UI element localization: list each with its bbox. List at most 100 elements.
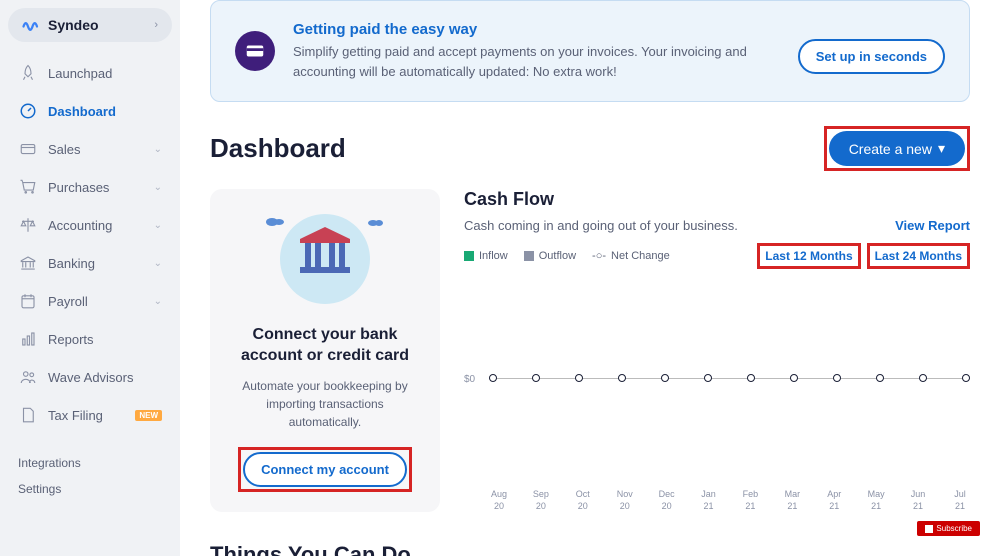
cashflow-desc: Cash coming in and going out of your bus…	[464, 218, 738, 233]
chart-xlabel: Jan21	[699, 489, 719, 512]
chevron-down-icon: ⌄	[154, 144, 162, 155]
chart-xlabel: Sep20	[531, 489, 551, 512]
chevron-down-icon: ⌄	[154, 220, 162, 231]
net-marker-icon: -○-	[592, 250, 606, 262]
connect-account-button[interactable]: Connect my account	[243, 452, 407, 487]
bank-illustration	[255, 209, 395, 309]
chevron-down-icon: ⌄	[154, 182, 162, 193]
cashflow-controls-row: Inflow Outflow -○-Net Change Last 12 Mon…	[464, 243, 970, 269]
create-label: Create a new	[849, 141, 932, 157]
chart-point	[747, 374, 755, 382]
connect-bank-card: Connect your bank account or credit card…	[210, 189, 440, 512]
subscribe-label: Subscribe	[936, 524, 972, 533]
nav-label: Dashboard	[48, 104, 162, 119]
chevron-down-icon: ⌄	[154, 258, 162, 269]
nav-item-advisors[interactable]: Wave Advisors	[8, 358, 172, 396]
subscribe-badge[interactable]: Subscribe	[917, 521, 980, 536]
nav-item-banking[interactable]: Banking ⌄	[8, 244, 172, 282]
cart-icon	[18, 177, 38, 197]
nav-item-dashboard[interactable]: Dashboard	[8, 92, 172, 130]
chart-xlabel: Aug20	[489, 489, 509, 512]
legend-outflow: Outflow	[524, 250, 576, 262]
chevron-down-icon: ⌄	[154, 296, 162, 307]
nav-item-launchpad[interactable]: Launchpad	[8, 54, 172, 92]
nav-item-accounting[interactable]: Accounting ⌄	[8, 206, 172, 244]
view-report-link[interactable]: View Report	[895, 218, 970, 233]
nav-label: Wave Advisors	[48, 370, 162, 385]
cashflow-chart: $0 Aug20Sep20Oct20Nov20Dec20Jan21Feb21Ma…	[464, 299, 970, 449]
workspace-name: Syndeo	[48, 17, 154, 33]
bank-icon	[18, 253, 38, 273]
people-icon	[18, 367, 38, 387]
banner-actions: Set up in seconds	[798, 29, 945, 74]
chart-xlabel: Mar21	[782, 489, 802, 512]
chart-point	[962, 374, 970, 382]
chart-xlabel: Apr21	[824, 489, 844, 512]
section-title-things: Things You Can Do	[210, 542, 970, 556]
nav-item-payroll[interactable]: Payroll ⌄	[8, 282, 172, 320]
chevron-right-icon: ›	[154, 19, 158, 31]
banner-title: Getting paid the easy way	[293, 21, 798, 38]
banner: Getting paid the easy way Simplify getti…	[210, 0, 970, 102]
page-title: Dashboard	[210, 133, 346, 164]
period-24-button[interactable]: Last 24 Months	[871, 247, 966, 265]
highlight-24: Last 24 Months	[867, 243, 970, 269]
highlight-create: Create a new ▾	[824, 126, 970, 171]
main-content: Getting paid the easy way Simplify getti…	[180, 0, 1000, 556]
card-icon	[18, 139, 38, 159]
nav-label: Purchases	[48, 180, 154, 195]
nav-item-reports[interactable]: Reports	[8, 320, 172, 358]
chart-xlabel: Dec20	[657, 489, 677, 512]
chart-xlabel: Jun21	[908, 489, 928, 512]
cashflow-title: Cash Flow	[464, 189, 970, 210]
scale-icon	[18, 215, 38, 235]
highlight-12: Last 12 Months	[757, 243, 860, 269]
highlight-connect: Connect my account	[238, 447, 412, 492]
caret-down-icon: ▾	[938, 140, 945, 157]
doc-icon	[18, 405, 38, 425]
chart-zero-label: $0	[464, 374, 475, 385]
period-12-button[interactable]: Last 12 Months	[761, 247, 856, 265]
chart-xlabel: Nov20	[615, 489, 635, 512]
chart-xlabel: Jul21	[950, 489, 970, 512]
create-new-button[interactable]: Create a new ▾	[829, 131, 965, 166]
chart-xlabel: Oct20	[573, 489, 593, 512]
nav-list: Launchpad Dashboard Sales ⌄ Purchases ⌄	[0, 54, 180, 434]
chart-points	[489, 374, 970, 382]
chart-point	[661, 374, 669, 382]
sidebar: Syndeo › Launchpad Dashboard Sales ⌄	[0, 0, 180, 556]
workspace-logo-icon	[22, 16, 40, 34]
nav-label: Accounting	[48, 218, 154, 233]
chart-xlabel: May21	[866, 489, 886, 512]
nav-item-purchases[interactable]: Purchases ⌄	[8, 168, 172, 206]
nav-label: Reports	[48, 332, 162, 347]
chart-point	[532, 374, 540, 382]
nav-label: Launchpad	[48, 66, 162, 81]
chart-point	[704, 374, 712, 382]
cashflow-period-toggle: Last 12 Months Last 24 Months	[757, 243, 970, 269]
page-header: Dashboard Create a new ▾	[210, 126, 970, 171]
footer-link-settings[interactable]: Settings	[18, 476, 162, 502]
chart-xlabels: Aug20Sep20Oct20Nov20Dec20Jan21Feb21Mar21…	[489, 489, 970, 512]
nav-item-sales[interactable]: Sales ⌄	[8, 130, 172, 168]
gauge-icon	[18, 101, 38, 121]
dashboard-columns: Connect your bank account or credit card…	[210, 189, 970, 512]
workspace-selector[interactable]: Syndeo ›	[8, 8, 172, 42]
cashflow-header-row: Cash coming in and going out of your bus…	[464, 218, 970, 233]
chart-point	[618, 374, 626, 382]
footer-link-integrations[interactable]: Integrations	[18, 450, 162, 476]
banner-setup-button[interactable]: Set up in seconds	[798, 39, 945, 74]
banner-desc: Simplify getting paid and accept payment…	[293, 42, 798, 81]
legend-net: -○-Net Change	[592, 250, 670, 262]
nav-label: Sales	[48, 142, 154, 157]
chart-point	[876, 374, 884, 382]
banner-card-icon	[235, 31, 275, 71]
cashflow-legend: Inflow Outflow -○-Net Change	[464, 250, 670, 262]
banner-text: Getting paid the easy way Simplify getti…	[293, 21, 798, 81]
rocket-icon	[18, 63, 38, 83]
chart-point	[489, 374, 497, 382]
chart-point	[790, 374, 798, 382]
new-badge: NEW	[135, 410, 162, 421]
bars-icon	[18, 329, 38, 349]
nav-item-tax[interactable]: Tax Filing NEW	[8, 396, 172, 434]
